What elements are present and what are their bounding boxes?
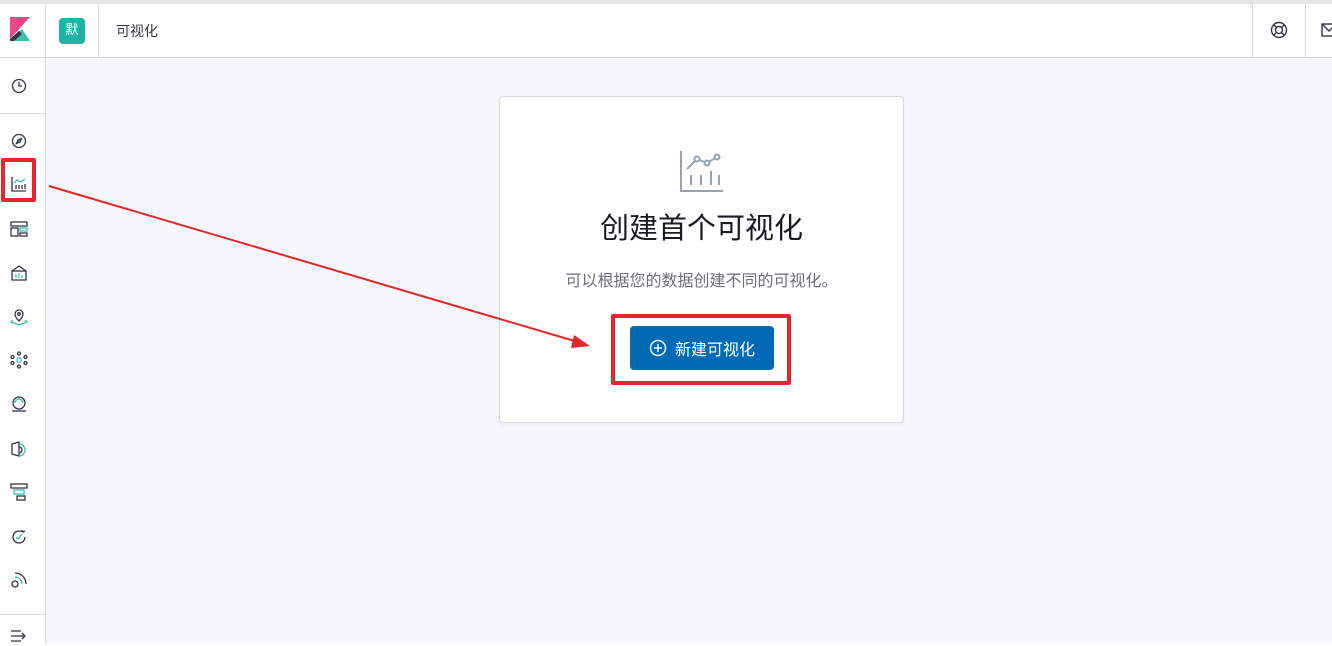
space-avatar[interactable]: 默 (59, 18, 85, 44)
collapse-menu-icon[interactable] (9, 626, 29, 646)
breadcrumb[interactable]: 可视化 (116, 21, 158, 41)
create-visualization-label: 新建可视化 (674, 342, 755, 359)
uptime-icon[interactable] (9, 527, 29, 547)
header-divider (1305, 4, 1306, 58)
canvas-icon[interactable] (9, 263, 29, 283)
infrastructure-icon[interactable] (9, 394, 29, 414)
logs-icon[interactable] (9, 439, 29, 459)
apm-icon[interactable] (9, 482, 29, 502)
plus-circle-icon (649, 339, 667, 357)
compass-icon[interactable] (9, 131, 29, 151)
header-divider (98, 4, 99, 58)
maps-icon[interactable] (9, 307, 29, 327)
top-header: 默 可视化 (0, 4, 1332, 58)
lifebuoy-icon[interactable] (1268, 19, 1290, 41)
header-divider (1252, 4, 1253, 58)
header-divider (45, 4, 46, 58)
create-visualization-button[interactable]: 新建可视化 (630, 326, 774, 370)
side-nav (0, 58, 46, 644)
empty-state-description: 可以根据您的数据创建不同的可视化。 (565, 271, 838, 290)
nav-divider (0, 614, 46, 615)
empty-state-title: 创建首个可视化 (599, 211, 803, 245)
kibana-logo[interactable] (8, 17, 32, 41)
clock-icon[interactable] (9, 76, 29, 96)
empty-state-panel: 创建首个可视化 可以根据您的数据创建不同的可视化。 新建可视化 (499, 96, 904, 423)
visualize-app-icon (680, 151, 723, 192)
mail-icon[interactable] (1318, 19, 1332, 41)
dashboard-icon[interactable] (9, 219, 29, 239)
nav-divider (0, 113, 46, 114)
siem-icon[interactable] (9, 570, 29, 590)
ml-icon[interactable] (9, 350, 29, 370)
visualize-icon[interactable] (9, 174, 29, 194)
